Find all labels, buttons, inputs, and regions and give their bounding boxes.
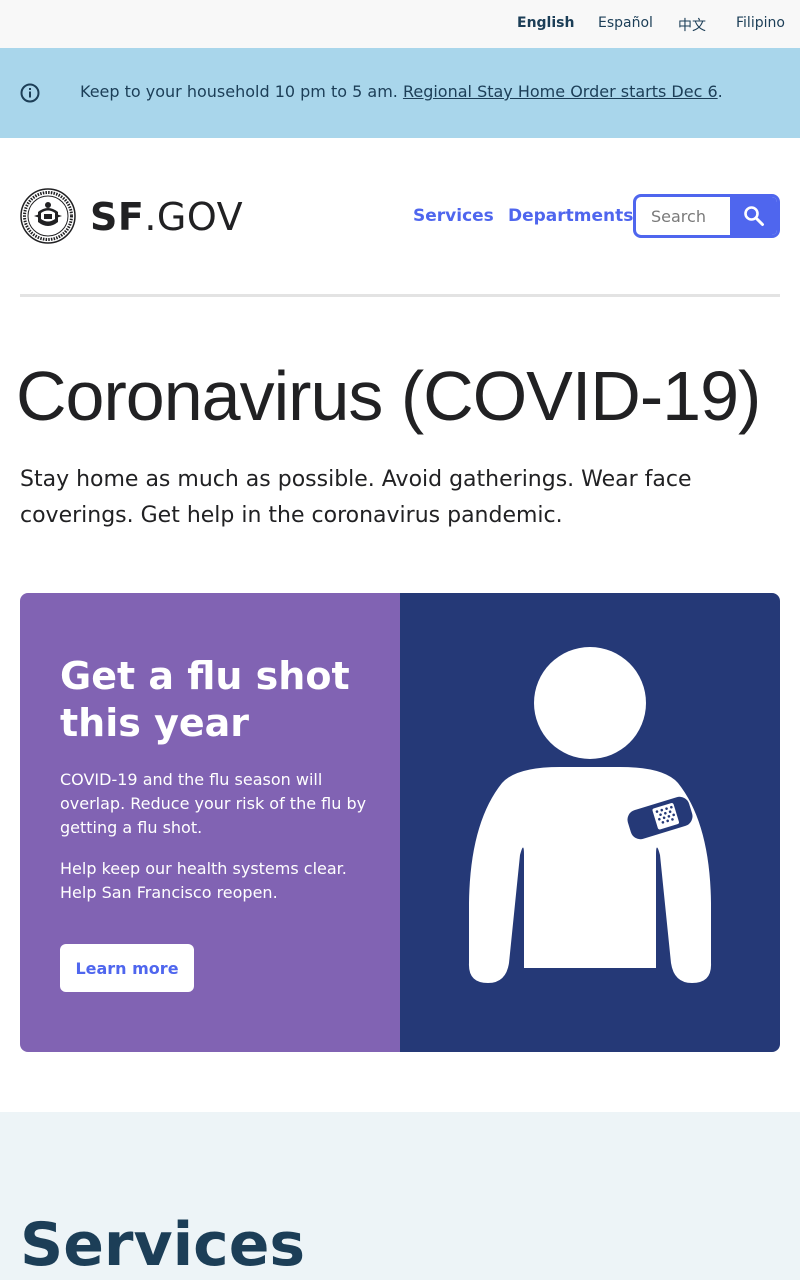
language-bar: English Español 中文 Filipino [0,0,800,48]
flu-card-title: Get a flu shot this year [60,654,350,745]
info-icon [20,83,40,103]
alert-message: Keep to your household 10 pm to 5 am. [80,82,403,101]
flu-card-paragraph-1: COVID-19 and the flu season will overlap… [60,770,367,837]
page-title: Coronavirus (COVID-19) [16,357,761,435]
nav-departments-link[interactable]: Departments [508,206,633,226]
flu-card-paragraph-2: Help keep our health systems clear. Help… [60,859,347,902]
flu-card-text-panel: Get a flu shot this year COVID-19 and th… [20,593,400,1052]
person-with-bandage-icon [468,647,712,983]
site-brand[interactable]: SF.GOV [90,195,243,239]
search-form [633,194,780,238]
alert-trailing: . [717,82,723,101]
city-seal-icon[interactable] [20,188,76,244]
brand-gov: .GOV [144,195,244,239]
services-heading: Services [20,1210,306,1280]
language-filipino-link[interactable]: Filipino [736,15,785,31]
search-input[interactable] [636,197,732,235]
search-icon [743,206,764,226]
learn-more-button[interactable]: Learn more [60,944,194,992]
flu-card-illustration-panel [400,593,780,1052]
services-section: Services [0,1112,800,1280]
page-description: Stay home as much as possible. Avoid gat… [20,467,692,528]
header-divider [20,294,780,297]
language-espanol-link[interactable]: Español [598,15,653,31]
flu-shot-card: Get a flu shot this year COVID-19 and th… [20,593,780,1052]
nav-services-link[interactable]: Services [413,206,494,226]
alert-text: Keep to your household 10 pm to 5 am. Re… [80,82,723,101]
search-button[interactable] [730,197,777,235]
stay-home-order-link[interactable]: Regional Stay Home Order starts Dec 6 [403,82,718,101]
alert-banner: Keep to your household 10 pm to 5 am. Re… [0,48,800,138]
brand-sf: SF [90,195,145,239]
language-chinese-link[interactable]: 中文 [678,15,706,35]
language-english-link[interactable]: English [517,15,574,31]
